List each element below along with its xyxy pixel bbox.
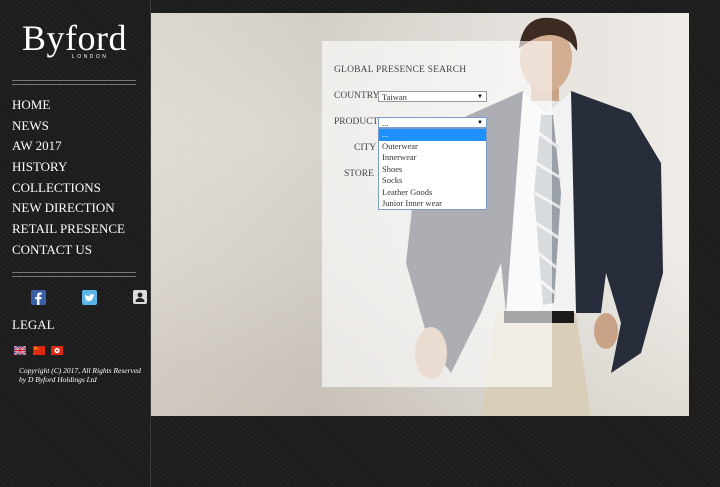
store-label: STORE bbox=[344, 169, 374, 179]
product-option[interactable]: Innerwear bbox=[379, 152, 486, 164]
country-value: Taiwan bbox=[382, 92, 407, 102]
uk-flag-icon[interactable] bbox=[14, 346, 26, 355]
city-label: CITY bbox=[354, 143, 377, 153]
product-label: PRODUCT bbox=[334, 117, 379, 127]
product-value: ... bbox=[382, 118, 389, 128]
user-icon[interactable] bbox=[133, 290, 147, 304]
main-nav: HOME NEWS AW 2017 HISTORY COLLECTIONS NE… bbox=[12, 95, 147, 261]
product-select[interactable]: ... ▼ bbox=[378, 117, 487, 128]
bottom-divider bbox=[12, 272, 136, 277]
nav-news[interactable]: NEWS bbox=[12, 116, 147, 137]
product-option[interactable]: Leather Goods bbox=[379, 187, 486, 199]
twitter-icon[interactable] bbox=[82, 290, 97, 305]
nav-collections[interactable]: COLLECTIONS bbox=[12, 178, 147, 199]
sidebar: Byford LONDON HOME NEWS AW 2017 HISTORY … bbox=[0, 0, 150, 487]
byford-logo[interactable]: Byford LONDON bbox=[22, 18, 132, 62]
china-flag-icon[interactable] bbox=[33, 346, 45, 355]
copyright-text: Copyright (C) 2017, All Rights Reserved … bbox=[19, 366, 141, 384]
hong-kong-flag-icon[interactable] bbox=[51, 346, 63, 355]
product-option[interactable]: Socks bbox=[379, 175, 486, 187]
product-option[interactable]: Shoes bbox=[379, 164, 486, 176]
nav-history[interactable]: HISTORY bbox=[12, 157, 147, 178]
nav-aw-2017[interactable]: AW 2017 bbox=[12, 136, 147, 157]
country-select[interactable]: Taiwan ▼ bbox=[378, 91, 487, 102]
nav-new-direction[interactable]: NEW DIRECTION bbox=[12, 198, 147, 219]
chevron-down-icon: ▼ bbox=[477, 94, 483, 100]
product-option[interactable]: ... bbox=[379, 129, 486, 141]
facebook-icon[interactable] bbox=[31, 290, 46, 305]
logo-subtext: LONDON bbox=[72, 54, 109, 60]
country-label: COUNTRY bbox=[334, 91, 380, 101]
top-divider bbox=[12, 80, 136, 85]
nav-home[interactable]: HOME bbox=[12, 95, 147, 116]
nav-retail-presence[interactable]: RETAIL PRESENCE bbox=[12, 219, 147, 240]
product-dropdown-list: ... Outerwear Innerwear Shoes Socks Leat… bbox=[378, 128, 487, 210]
nav-contact-us[interactable]: CONTACT US bbox=[12, 240, 147, 261]
logo-wordmark: Byford bbox=[22, 18, 127, 58]
legal-link[interactable]: LEGAL bbox=[12, 317, 55, 333]
search-title: GLOBAL PRESENCE SEARCH bbox=[334, 65, 467, 75]
product-option[interactable]: Junior Inner wear bbox=[379, 198, 486, 210]
product-option[interactable]: Outerwear bbox=[379, 141, 486, 153]
